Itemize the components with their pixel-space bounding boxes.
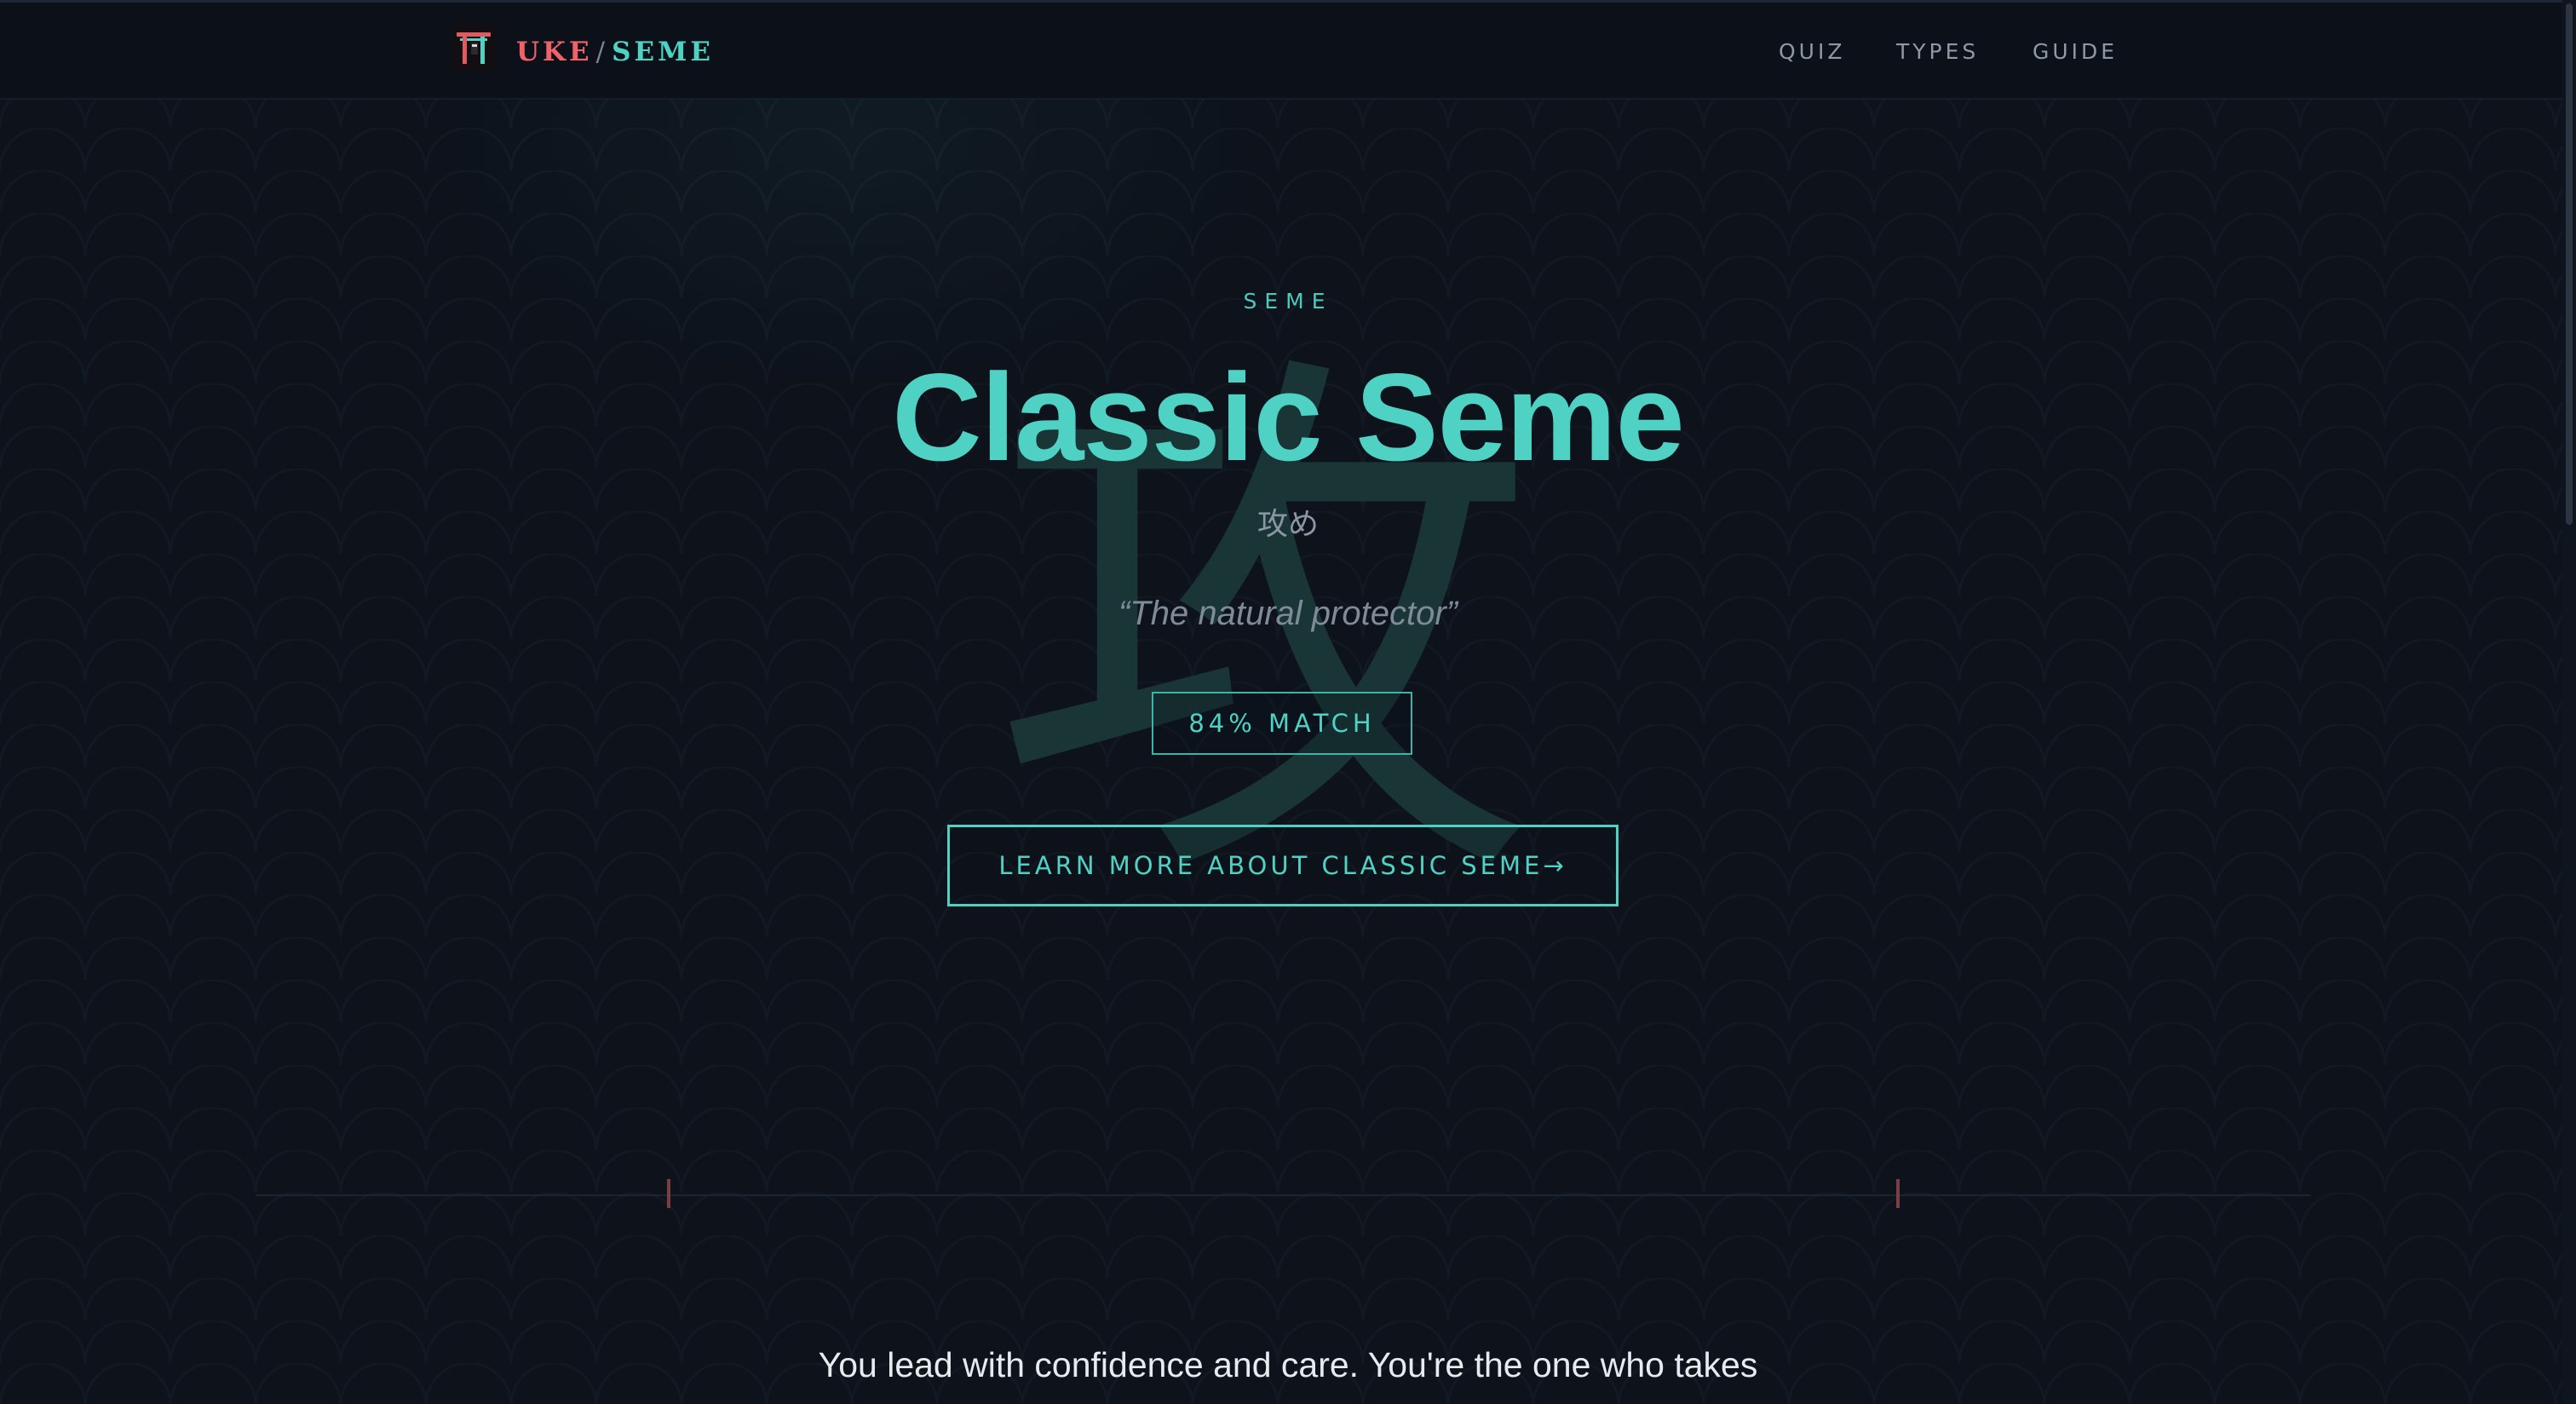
spectrum-tick-right bbox=[1896, 1179, 1900, 1208]
brand-wordmark[interactable]: UKE / SEME bbox=[516, 32, 714, 72]
brand-slash: / bbox=[595, 37, 609, 67]
nav-quiz-link[interactable]: QUIZ bbox=[1779, 32, 1845, 72]
page-scrollbar[interactable] bbox=[2562, 0, 2576, 1404]
brand-uke: UKE bbox=[516, 37, 593, 67]
brand-seme: SEME bbox=[612, 37, 715, 67]
type-category-label: SEME bbox=[1243, 289, 1333, 314]
result-title: Classic Seme bbox=[892, 348, 1685, 486]
japanese-subtitle: 攻め bbox=[1256, 507, 1319, 542]
nav-guide-link[interactable]: GUIDE bbox=[2033, 32, 2118, 72]
page: UKE / SEME QUIZ TYPES GUIDE 攻 SEME Classic… bbox=[0, 0, 2576, 1404]
result-description: You lead with confidence and care. You'r… bbox=[818, 1345, 1758, 1384]
result-tagline: “The natural protector” bbox=[1118, 595, 1458, 632]
torii-gate-logo-icon[interactable] bbox=[451, 25, 496, 71]
learn-more-button[interactable]: LEARN MORE ABOUT CLASSIC SEME→ bbox=[947, 825, 1619, 906]
match-percentage-badge: 84% MATCH bbox=[1152, 692, 1412, 755]
site-header: UKE / SEME QUIZ TYPES GUIDE bbox=[0, 3, 2576, 100]
nav-types-link[interactable]: TYPES bbox=[1896, 32, 1979, 72]
spectrum-tick-left bbox=[667, 1179, 670, 1208]
scrollbar-thumb[interactable] bbox=[2566, 3, 2573, 525]
spectrum-divider bbox=[256, 1194, 2310, 1196]
